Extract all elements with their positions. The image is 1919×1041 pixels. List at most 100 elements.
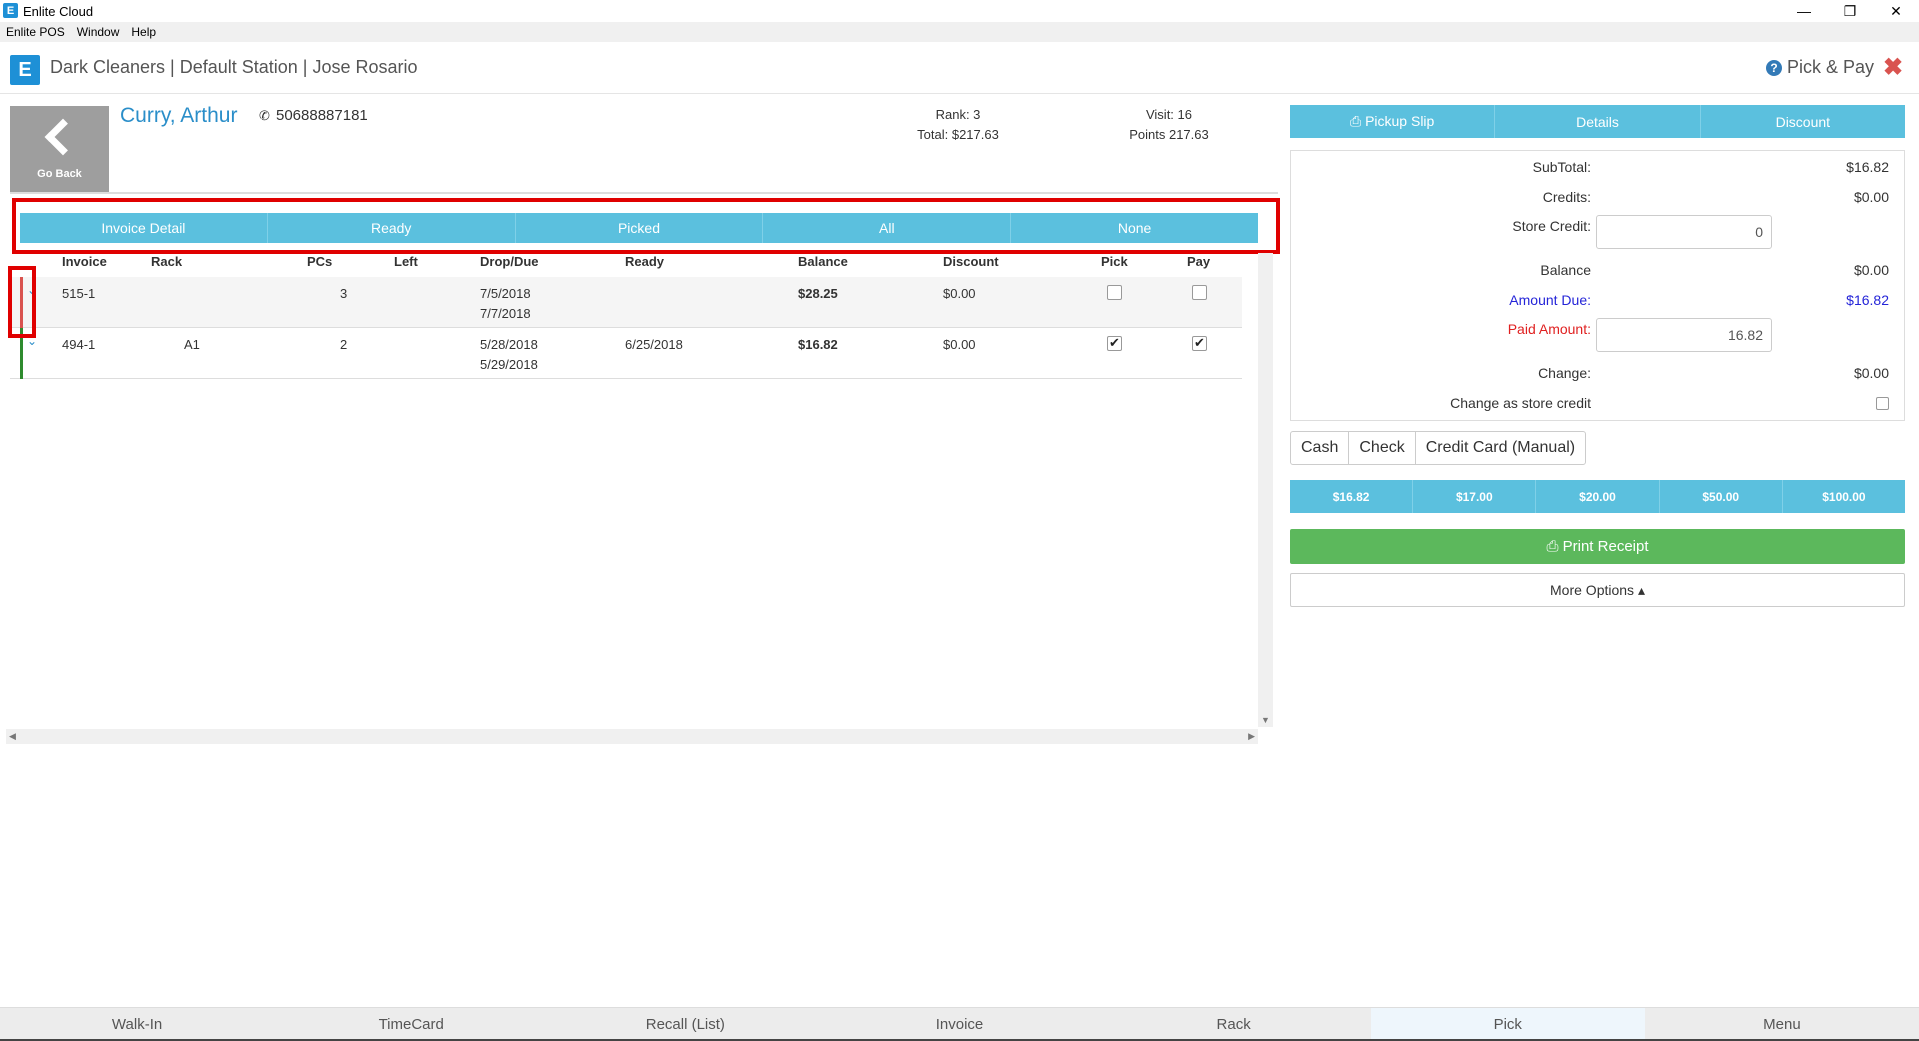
pcs: 2 [340,337,348,352]
col-pick[interactable]: Pick [1101,254,1128,269]
credits-value: $0.00 [1853,189,1889,205]
highlight-box-filters [12,198,1280,254]
payment-summary: SubTotal: $16.82 Credits: $0.00 Store Cr… [1290,150,1905,421]
minimize-icon[interactable]: — [1781,0,1827,22]
paid-amount-input[interactable]: 16.82 [1596,318,1772,352]
chevron-left-icon [44,118,82,156]
change-as-credit-checkbox[interactable] [1876,397,1889,410]
nav-rack[interactable]: Rack [1097,1008,1371,1041]
check-button[interactable]: Check [1349,432,1416,464]
quick-amount-button[interactable]: $16.82 [1290,480,1414,513]
drop-date: 7/5/2018 [480,286,531,301]
table-row[interactable]: ⌄ 494-1 A1 2 5/28/2018 5/29/2018 6/25/20… [10,328,1242,379]
col-drop-due[interactable]: Drop/Due [480,254,539,269]
customer-rank: Rank: 3 [935,107,981,122]
scroll-down-icon[interactable]: ▼ [1261,715,1270,725]
change-value: $0.00 [1853,365,1889,381]
change-as-credit-label: Change as store credit [1450,395,1591,411]
pickup-slip-button[interactable]: ⎙ Pickup Slip [1290,105,1496,138]
station-title: Dark Cleaners | Default Station | Jose R… [50,57,418,77]
pay-checkbox[interactable] [1192,335,1207,351]
customer-phone: 50688887181 [276,107,368,124]
drop-date: 5/28/2018 [480,337,538,352]
pick-checkbox[interactable] [1107,335,1122,351]
print-receipt-button[interactable]: ⎙ Print Receipt [1290,529,1905,564]
discount: $0.00 [943,286,976,301]
help-icon[interactable]: ? [1766,60,1782,76]
amount-due-value: $16.82 [1846,292,1889,308]
invoice-number[interactable]: 515-1 [62,286,95,301]
nav-pick[interactable]: Pick [1370,1008,1645,1041]
col-rack[interactable]: Rack [151,254,182,269]
scroll-right-icon[interactable]: ▶ [1248,731,1255,742]
highlight-box-row [8,266,36,338]
ready-date: 6/25/2018 [625,337,683,352]
pay-checkbox[interactable] [1192,285,1207,300]
quick-amount-button[interactable]: $100.00 [1783,480,1905,513]
rack: A1 [184,337,200,352]
nav-menu[interactable]: Menu [1645,1008,1919,1041]
due-date: 7/7/2018 [480,306,531,321]
quick-amounts: $16.82 $17.00 $20.00 $50.00 $100.00 [1290,480,1905,513]
window-title: Enlite Cloud [23,4,94,19]
quick-amount-button[interactable]: $50.00 [1660,480,1783,513]
app-logo-icon: E [3,3,18,18]
table-row[interactable]: ⌄ 515-1 3 7/5/2018 7/7/2018 $28.25 $0.00 [10,277,1242,328]
menu-help[interactable]: Help [125,25,162,39]
col-pay[interactable]: Pay [1187,254,1210,269]
invoice-table: Invoice Rack PCs Left Drop/Due Ready Bal… [10,253,1242,728]
nav-invoice[interactable]: Invoice [822,1008,1096,1041]
store-credit-input[interactable]: 0 [1596,215,1772,249]
window-titlebar [0,0,1919,22]
customer-points: Points 217.63 [1129,127,1209,142]
brand-logo-icon: E [10,55,40,85]
nav-recall-list[interactable]: Recall (List) [548,1008,822,1041]
credit-card-button[interactable]: Credit Card (Manual) [1416,432,1585,464]
menu-enlite-pos[interactable]: Enlite POS [0,25,71,39]
customer-name[interactable]: Curry, Arthur [120,104,237,128]
subtotal-label: SubTotal: [1532,159,1591,175]
due-date: 5/29/2018 [480,357,538,372]
cash-button[interactable]: Cash [1291,432,1350,464]
col-invoice[interactable]: Invoice [62,254,107,269]
bottom-nav: Walk-In TimeCard Recall (List) Invoice R… [0,1007,1919,1041]
balance-value: $0.00 [1853,262,1889,278]
col-discount[interactable]: Discount [943,254,999,269]
menu-bar: Enlite POS Window Help [0,22,1919,42]
col-ready[interactable]: Ready [625,254,664,269]
change-label: Change: [1538,365,1591,381]
pick-checkbox[interactable] [1107,285,1122,300]
go-back-button[interactable]: Go Back [10,106,109,192]
go-back-label: Go Back [37,168,82,180]
close-icon[interactable]: ✖ [1883,53,1903,82]
payment-methods: Cash Check Credit Card (Manual) [1290,431,1587,465]
phone-icon: ✆ [259,108,270,123]
invoice-number[interactable]: 494-1 [62,337,95,352]
nav-timecard[interactable]: TimeCard [274,1008,548,1041]
scroll-left-icon[interactable]: ◀ [9,731,16,742]
details-button[interactable]: Details [1495,105,1701,138]
vertical-scrollbar[interactable]: ▼ [1258,253,1273,727]
divider [10,192,1278,194]
amount-due-label: Amount Due: [1509,292,1591,308]
horizontal-scrollbar[interactable]: ◀ ▶ [6,729,1258,744]
balance: $16.82 [798,337,838,352]
quick-amount-button[interactable]: $17.00 [1413,480,1537,513]
nav-walk-in[interactable]: Walk-In [0,1008,274,1041]
col-left[interactable]: Left [394,254,418,269]
subtotal-value: $16.82 [1846,159,1889,175]
restore-icon[interactable]: ❐ [1827,0,1873,22]
more-options-button[interactable]: More Options ▴ [1290,573,1905,607]
quick-amount-button[interactable]: $20.00 [1536,480,1660,513]
menu-window[interactable]: Window [71,25,126,39]
customer-visit: Visit: 16 [1145,107,1192,122]
col-pcs[interactable]: PCs [307,254,332,269]
window-close-icon[interactable]: ✕ [1873,0,1919,22]
paid-amount-label: Paid Amount: [1507,321,1591,337]
discount-button[interactable]: Discount [1701,105,1905,138]
col-balance[interactable]: Balance [798,254,848,269]
balance-label: Balance [1540,262,1591,278]
page-title: Pick & Pay [1787,57,1875,77]
discount: $0.00 [943,337,976,352]
store-credit-label: Store Credit: [1512,218,1591,234]
